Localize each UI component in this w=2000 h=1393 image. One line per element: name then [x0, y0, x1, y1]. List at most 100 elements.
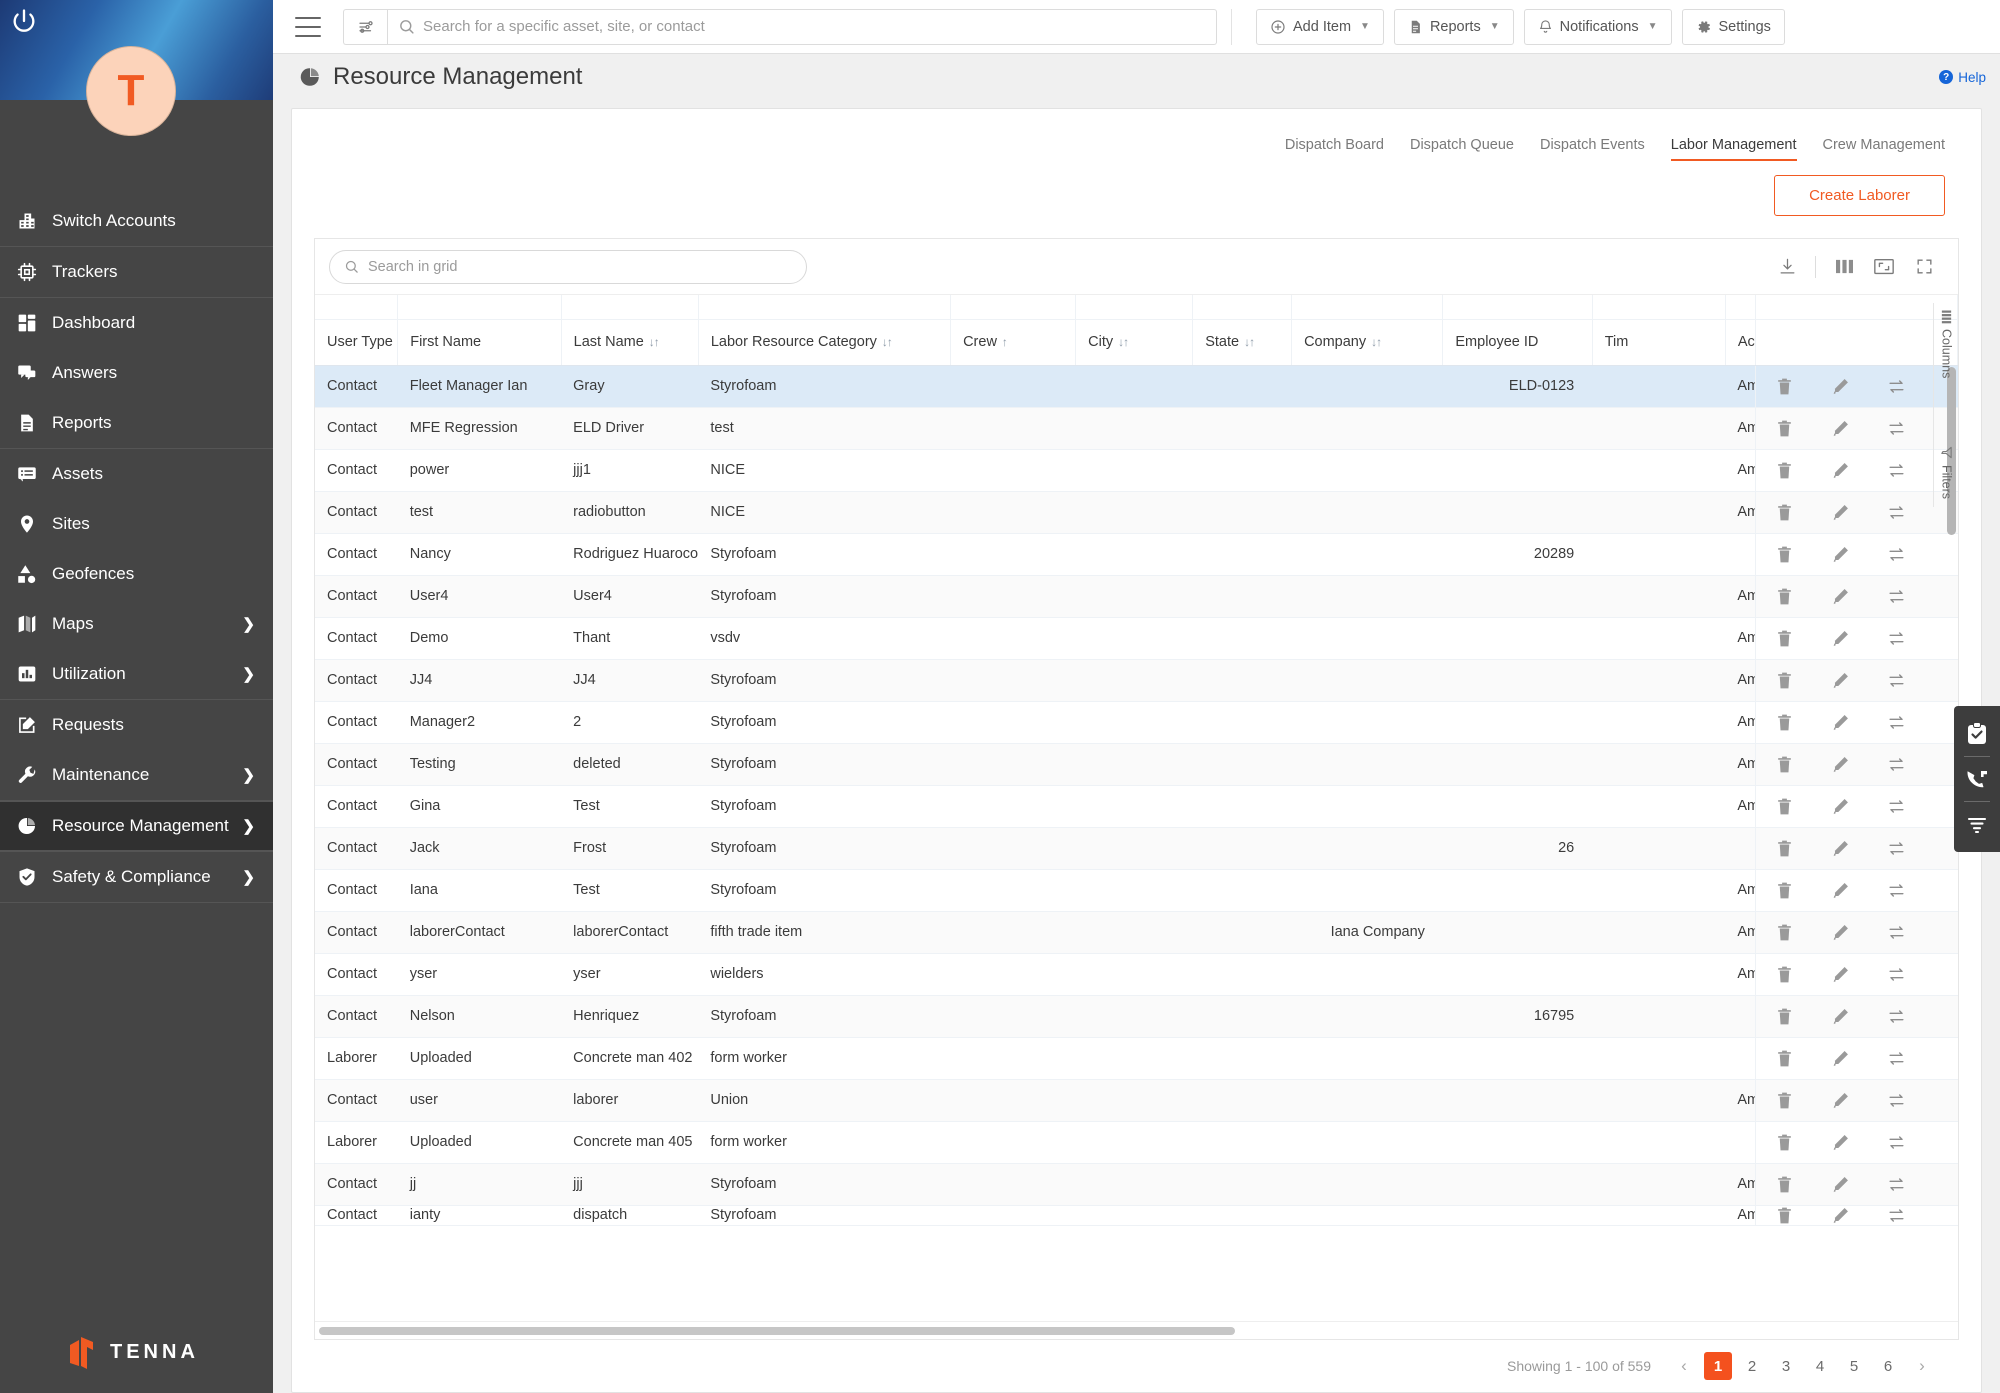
filter-cell[interactable]: [1291, 295, 1444, 320]
sidebar-item-geofences[interactable]: Geofences: [0, 549, 273, 599]
row-edit-icon[interactable]: [1812, 1049, 1868, 1068]
table-row[interactable]: ContactDemoThantvsdv Am: [315, 617, 1958, 660]
table-row[interactable]: ContactiantydispatchStyrofoam Am: [315, 1205, 1958, 1226]
row-edit-icon[interactable]: [1812, 797, 1868, 816]
row-transfer-icon[interactable]: [1868, 923, 1924, 942]
table-row[interactable]: ContactjjjjjStyrofoamAm: [315, 1163, 1958, 1206]
row-edit-icon[interactable]: [1812, 881, 1868, 900]
filter-cell[interactable]: [561, 295, 699, 320]
column-header-crew[interactable]: Crew ↑: [950, 319, 1077, 366]
row-delete-icon[interactable]: [1757, 839, 1813, 858]
row-edit-icon[interactable]: [1812, 629, 1868, 648]
prev-page-button[interactable]: ‹: [1670, 1352, 1698, 1380]
row-delete-icon[interactable]: [1757, 755, 1813, 774]
table-row[interactable]: Contact Jack Frost Styrofoam 26: [315, 827, 1958, 870]
sidebar-item-utilization[interactable]: Utilization ❯: [0, 649, 273, 699]
row-transfer-icon[interactable]: [1868, 419, 1924, 438]
table-row[interactable]: ContacttestradiobuttonNICE Am: [315, 491, 1958, 534]
row-delete-icon[interactable]: [1757, 545, 1813, 564]
row-transfer-icon[interactable]: [1868, 461, 1924, 480]
row-transfer-icon[interactable]: [1868, 1007, 1924, 1026]
hamburger-menu-icon[interactable]: [295, 16, 321, 37]
row-transfer-icon[interactable]: [1868, 545, 1924, 564]
sidebar-item-maps[interactable]: Maps ❯: [0, 599, 273, 649]
tab-dispatch-board[interactable]: Dispatch Board: [1285, 137, 1384, 161]
horizontal-scrollbar[interactable]: [315, 1321, 1958, 1339]
row-delete-icon[interactable]: [1757, 1133, 1813, 1152]
sidebar-item-sites[interactable]: Sites: [0, 499, 273, 549]
page-1-button[interactable]: 1: [1704, 1352, 1732, 1380]
row-edit-icon[interactable]: [1812, 923, 1868, 942]
filter-lines-icon[interactable]: [1954, 802, 2000, 846]
filter-cell[interactable]: [1755, 295, 1958, 320]
filter-cell[interactable]: [1725, 295, 1757, 320]
row-delete-icon[interactable]: [1757, 1007, 1813, 1026]
sort-icon[interactable]: ↓↑: [1371, 335, 1382, 349]
sidebar-item-reports[interactable]: Reports: [0, 398, 273, 448]
row-edit-icon[interactable]: [1812, 1007, 1868, 1026]
notifications-button[interactable]: Notifications ▼: [1523, 8, 1672, 45]
row-delete-icon[interactable]: [1757, 1049, 1813, 1068]
row-transfer-icon[interactable]: [1868, 881, 1924, 900]
column-header-first-name[interactable]: First Name: [397, 319, 562, 366]
filter-cell[interactable]: [698, 295, 952, 320]
table-row[interactable]: ContactTestingdeletedStyrofoam Am: [315, 743, 1958, 786]
row-delete-icon[interactable]: [1757, 629, 1813, 648]
row-edit-icon[interactable]: [1812, 587, 1868, 606]
row-edit-icon[interactable]: [1812, 1206, 1868, 1225]
row-edit-icon[interactable]: [1812, 671, 1868, 690]
row-transfer-icon[interactable]: [1868, 1206, 1924, 1225]
row-edit-icon[interactable]: [1812, 419, 1868, 438]
table-row[interactable]: Contact Nelson Henriquez Styrofoam 16795: [315, 995, 1958, 1038]
fit-screen-icon[interactable]: [1864, 250, 1904, 284]
table-row[interactable]: ContactUser4User4StyrofoamAm: [315, 575, 1958, 618]
sidebar-item-trackers[interactable]: Trackers: [0, 247, 273, 297]
row-edit-icon[interactable]: [1812, 377, 1868, 396]
column-header-company[interactable]: Company ↓↑: [1291, 319, 1444, 366]
phone-support-icon[interactable]: [1954, 757, 2000, 801]
row-transfer-icon[interactable]: [1868, 965, 1924, 984]
table-row[interactable]: ContactGinaTestStyrofoam Am: [315, 785, 1958, 828]
sidebar-item-switch-accounts[interactable]: Switch Accounts: [0, 196, 273, 246]
row-edit-icon[interactable]: [1812, 965, 1868, 984]
table-row[interactable]: ContactJJ4JJ4StyrofoamAm: [315, 659, 1958, 702]
sort-icon[interactable]: ↑: [1002, 335, 1008, 349]
page-5-button[interactable]: 5: [1840, 1352, 1868, 1380]
row-transfer-icon[interactable]: [1868, 839, 1924, 858]
row-transfer-icon[interactable]: [1868, 797, 1924, 816]
page-2-button[interactable]: 2: [1738, 1352, 1766, 1380]
row-transfer-icon[interactable]: [1868, 1049, 1924, 1068]
sidebar-item-dashboard[interactable]: Dashboard: [0, 298, 273, 348]
power-icon[interactable]: [10, 7, 38, 35]
page-4-button[interactable]: 4: [1806, 1352, 1834, 1380]
row-transfer-icon[interactable]: [1868, 629, 1924, 648]
page-6-button[interactable]: 6: [1874, 1352, 1902, 1380]
reports-button[interactable]: Reports ▼: [1393, 8, 1514, 45]
row-delete-icon[interactable]: [1757, 461, 1813, 480]
grid-search-input[interactable]: [368, 258, 792, 275]
row-delete-icon[interactable]: [1757, 923, 1813, 942]
row-edit-icon[interactable]: [1812, 755, 1868, 774]
row-delete-icon[interactable]: [1757, 377, 1813, 396]
tab-dispatch-queue[interactable]: Dispatch Queue: [1410, 137, 1514, 161]
row-transfer-icon[interactable]: [1868, 377, 1924, 396]
row-delete-icon[interactable]: [1757, 1175, 1813, 1194]
filter-cell[interactable]: [315, 295, 399, 320]
download-icon[interactable]: [1767, 250, 1807, 284]
table-row[interactable]: ContactyseryserwieldersAm: [315, 953, 1958, 996]
table-row[interactable]: Contact laborerContact laborerContact fifth…: [315, 911, 1958, 954]
row-edit-icon[interactable]: [1812, 1175, 1868, 1194]
sort-icon[interactable]: ↓↑: [1118, 335, 1129, 349]
table-row[interactable]: Laborer Uploaded Concrete man 405 form work…: [315, 1121, 1958, 1164]
column-header-labor-resource-category[interactable]: Labor Resource Category ↓↑: [698, 319, 952, 366]
sidebar-item-maintenance[interactable]: Maintenance ❯: [0, 750, 273, 800]
table-row[interactable]: Contact Nancy Rodriguez Huaroco Styrofoam 20…: [315, 533, 1958, 576]
sidebar-item-requests[interactable]: Requests: [0, 700, 273, 750]
side-tab-filters[interactable]: Filters: [1938, 438, 1956, 507]
sort-icon[interactable]: ↓↑: [882, 335, 893, 349]
columns-icon[interactable]: [1824, 250, 1864, 284]
sort-icon[interactable]: ↓↑: [649, 335, 660, 349]
row-edit-icon[interactable]: [1812, 713, 1868, 732]
row-delete-icon[interactable]: [1757, 797, 1813, 816]
table-row[interactable]: ContactIanaTestStyrofoam Am: [315, 869, 1958, 912]
